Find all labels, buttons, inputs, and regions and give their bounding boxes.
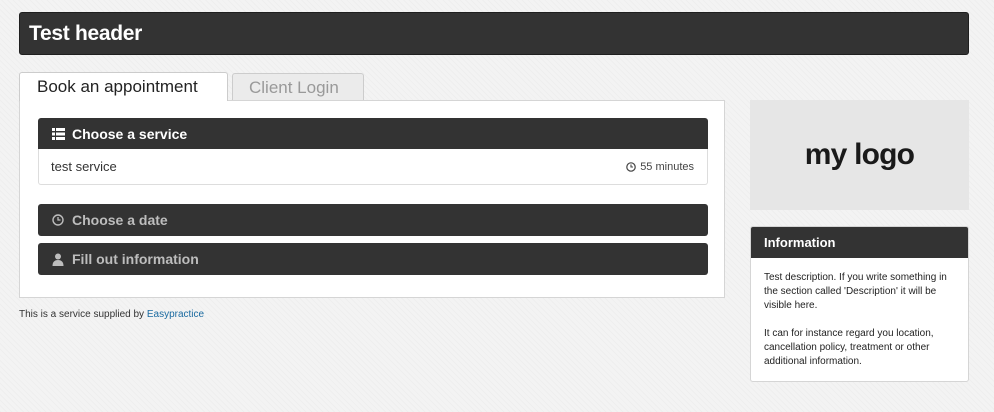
information-paragraph-1: Test description. If you write something…: [764, 272, 947, 311]
tab-client-login[interactable]: Client Login: [232, 73, 364, 101]
page-header: Test header: [19, 12, 969, 55]
choose-service-label: Choose a service: [72, 125, 188, 142]
list-icon: [51, 127, 65, 141]
fill-info-header[interactable]: Fill out information: [38, 243, 708, 275]
clock-icon: [51, 213, 65, 227]
service-section: Choose a service test service 55 minutes: [38, 118, 708, 185]
clock-icon: [626, 161, 636, 172]
choose-date-label: Choose a date: [72, 212, 168, 228]
user-icon: [51, 252, 65, 266]
choose-service-header[interactable]: Choose a service: [38, 118, 708, 149]
footer-credit: This is a service supplied by Easypracti…: [19, 309, 204, 320]
footer-text: This is a service supplied by: [19, 309, 145, 320]
info-step-section: Fill out information: [38, 243, 708, 275]
tab-book-appointment[interactable]: Book an appointment: [19, 72, 228, 101]
service-name: test service: [51, 159, 117, 174]
tab-bar: Book an appointment Client Login: [19, 72, 364, 101]
information-body: Test description. If you write something…: [751, 258, 968, 369]
information-title: Information: [751, 227, 968, 258]
service-item[interactable]: test service 55 minutes: [38, 149, 708, 185]
duration-text: 55 minutes: [640, 160, 694, 173]
booking-panel: Choose a service test service 55 minutes…: [19, 100, 725, 298]
choose-date-header[interactable]: Choose a date: [38, 204, 708, 236]
date-section: Choose a date: [38, 204, 708, 236]
information-paragraph-2: It can for instance regard you location,…: [764, 328, 934, 367]
logo: my logo: [804, 138, 915, 171]
logo-box: my logo: [750, 100, 969, 210]
easypractice-link[interactable]: Easypractice: [147, 309, 204, 320]
service-duration: 55 minutes: [626, 161, 694, 173]
information-box: Information Test description. If you wri…: [750, 226, 969, 382]
fill-info-label: Fill out information: [72, 251, 199, 267]
header-title: Test header: [29, 21, 143, 45]
